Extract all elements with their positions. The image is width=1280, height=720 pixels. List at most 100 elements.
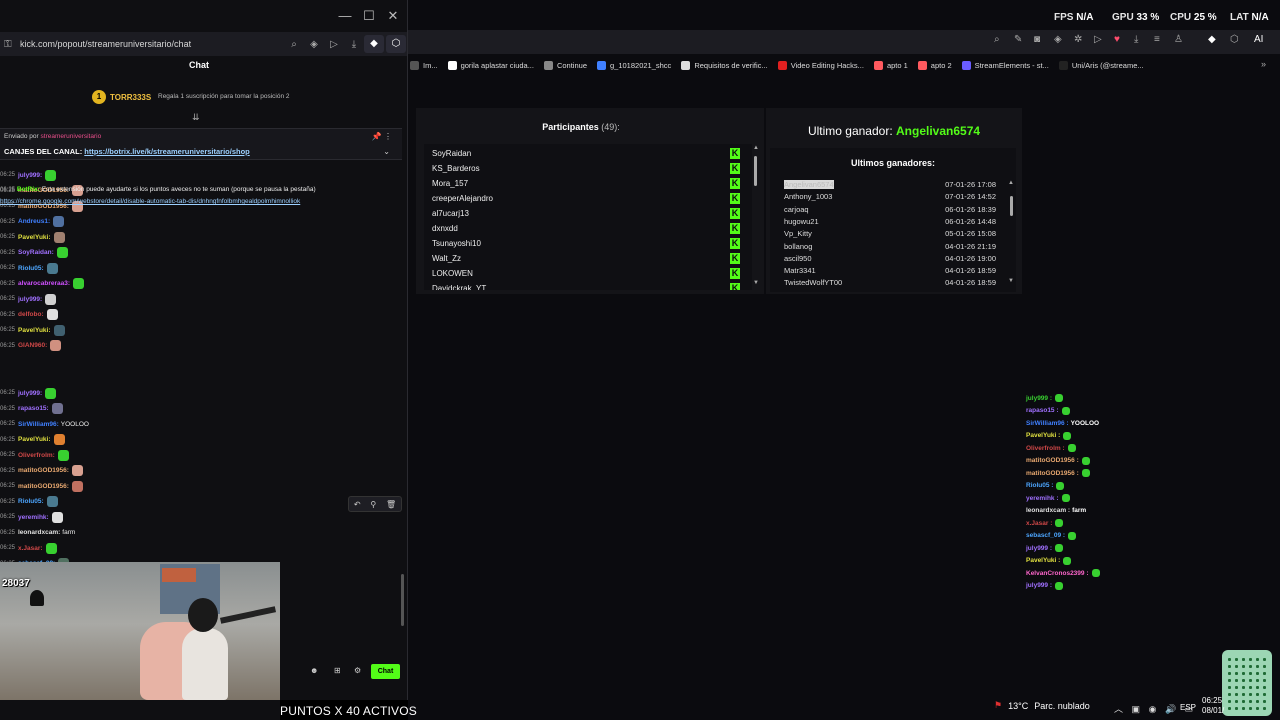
weather-widget[interactable]: ⚑ 13°C Parc. nublado: [994, 700, 1090, 711]
language-indicator[interactable]: ESP: [1180, 703, 1196, 712]
winner-row[interactable]: hugowu21 06-01-26 14:48: [784, 217, 996, 229]
gift-icon[interactable]: ⊞: [334, 666, 341, 675]
chat-scrollbar[interactable]: [401, 574, 404, 626]
search-icon[interactable]: ⌕: [994, 34, 1000, 45]
participants-list[interactable]: SoyRaidan K KS_Barderos K Mora_157 KcreeperAl…: [424, 144, 752, 290]
download-icon[interactable]: ⤓: [344, 39, 364, 50]
winner-row[interactable]: carjoaq 06-01-26 18:39: [784, 205, 996, 217]
winners-scrollbar[interactable]: [1010, 196, 1013, 216]
participant-row[interactable]: Davidckrak_YT K: [432, 281, 740, 290]
shield-icon[interactable]: ◈: [304, 39, 324, 50]
message-username[interactable]: Oliverfrolm:: [18, 452, 55, 459]
bookmark-item[interactable]: g_10182021_shcc: [597, 60, 671, 70]
maximize-icon[interactable]: ☐: [360, 8, 378, 24]
volume-icon[interactable]: 🔊: [1165, 704, 1176, 714]
url-text[interactable]: kick.com/popout/streameruniversitario/ch…: [20, 39, 284, 49]
message-username[interactable]: Riolu05:: [18, 498, 44, 505]
bookmark-item[interactable]: Uni/Aris (@streame...: [1058, 60, 1144, 70]
winner-row[interactable]: Angelivan6574 07-01-26 17:08: [784, 180, 996, 192]
participant-row[interactable]: SoyRaidan K: [432, 146, 740, 161]
message-username[interactable]: july999:: [18, 390, 42, 397]
bookmark-item[interactable]: Continue: [543, 60, 587, 70]
profile-icon[interactable]: ♙: [1174, 34, 1183, 45]
message-username[interactable]: matitoGOD1956:: [18, 483, 69, 490]
participants-scrollbar[interactable]: [754, 156, 757, 186]
message-username[interactable]: july999:: [18, 172, 42, 179]
extension-cube-icon[interactable]: ⬡: [1230, 34, 1239, 45]
emoji-icon[interactable]: ☻: [310, 666, 318, 675]
participant-row[interactable]: LOKOWEN K: [432, 266, 740, 281]
bookmark-item[interactable]: Im...: [410, 60, 438, 70]
shield-icon[interactable]: ◈: [1054, 34, 1062, 45]
tray-app-icon[interactable]: ▣: [1132, 704, 1141, 714]
pinned-sender-name[interactable]: streameruniversitario: [41, 133, 102, 140]
main-address-bar[interactable]: [408, 30, 1280, 54]
winner-row[interactable]: Matr3341 04-01-26 18:59: [784, 266, 996, 278]
play-icon[interactable]: ▷: [1094, 34, 1102, 45]
close-icon[interactable]: ✕: [384, 8, 402, 24]
reply-icon[interactable]: ↶: [354, 500, 361, 509]
send-chat-button[interactable]: Chat: [371, 664, 400, 679]
participant-row[interactable]: Walt_Zz K: [432, 251, 740, 266]
extension-cube-icon[interactable]: ⬡: [386, 35, 406, 53]
message-username[interactable]: Riolu05:: [18, 265, 44, 272]
participant-row[interactable]: Tsunayoshi10 K: [432, 236, 740, 251]
settings-gear-icon[interactable]: ⚙: [354, 666, 361, 675]
message-username[interactable]: alvarocabreraa3:: [18, 280, 70, 287]
address-bar[interactable]: ⚿ kick.com/popout/streameruniversitario/…: [0, 32, 407, 56]
menu-icon[interactable]: ≡: [1154, 34, 1160, 45]
gift-username[interactable]: TORR333S: [110, 93, 151, 102]
delete-icon[interactable]: 🗑: [386, 500, 396, 509]
botrix-link[interactable]: https://chrome.google.com/webstore/detai…: [0, 198, 300, 205]
download-icon[interactable]: ⤓: [1134, 34, 1138, 45]
message-username[interactable]: leonardxcam:: [18, 529, 60, 536]
search-icon[interactable]: ⌕: [284, 39, 304, 50]
scroll-down-icon[interactable]: ▼: [1008, 278, 1014, 284]
chat-message-list[interactable]: 06:25 july999: 06:25 matitoGOD1956: 06:25 mat…: [0, 168, 402, 564]
clock[interactable]: 06:25 08/01/: [1202, 696, 1224, 716]
ai-icon[interactable]: AI: [1254, 34, 1263, 45]
site-info-icon[interactable]: ⚿: [4, 39, 20, 50]
participant-row[interactable]: Mora_157 K: [432, 176, 740, 191]
play-icon[interactable]: ▷: [324, 39, 344, 50]
participant-row[interactable]: KS_Barderos K: [432, 161, 740, 176]
message-username[interactable]: yeremihk:: [18, 514, 49, 521]
bookmark-item[interactable]: apto 2: [917, 60, 952, 70]
wifi-icon[interactable]: ◉: [1149, 704, 1157, 714]
tray-chevron-icon[interactable]: ︿: [1114, 704, 1123, 714]
winner-row[interactable]: Vp_Kitty 05-01-26 15:08: [784, 229, 996, 241]
message-username[interactable]: rapaso15:: [18, 405, 49, 412]
message-username[interactable]: delfobo:: [18, 311, 44, 318]
message-username[interactable]: matitoGOD1956:: [18, 467, 69, 474]
pinned-link[interactable]: https://botrix.live/k/streameruniversita…: [84, 147, 249, 156]
winner-row[interactable]: Anthony_1003 07-01-26 14:52: [784, 192, 996, 204]
message-username[interactable]: PavelYuki:: [18, 327, 51, 334]
message-username[interactable]: PavelYuki:: [18, 234, 51, 241]
minimize-icon[interactable]: —: [336, 8, 354, 24]
scroll-up-icon[interactable]: ▲: [753, 145, 759, 151]
bookmark-item[interactable]: gorila aplastar ciuda...: [447, 60, 534, 70]
expand-arrow-icon[interactable]: ⇊: [192, 112, 200, 123]
winner-row[interactable]: TwistedWolfYT00 04-01-26 18:59: [784, 278, 996, 290]
bookmark-item[interactable]: StreamElements - st...: [961, 60, 1049, 70]
message-username[interactable]: x.Jasar:: [18, 545, 43, 552]
message-username[interactable]: july999:: [18, 296, 42, 303]
bookmark-item[interactable]: apto 1: [873, 60, 908, 70]
winner-row[interactable]: bollanog 04-01-26 21:19: [784, 242, 996, 254]
pin-icon[interactable]: 📌 ⋮: [372, 132, 392, 141]
message-username[interactable]: SirWilliam96:: [18, 421, 59, 428]
participant-row[interactable]: creeperAlejandro K: [432, 191, 740, 206]
bookmark-item[interactable]: Requisitos de verific...: [681, 60, 768, 70]
puzzle-icon[interactable]: ✲: [1074, 34, 1082, 45]
participant-row[interactable]: dxnxdd K: [432, 221, 740, 236]
message-username[interactable]: Andreus1:: [18, 218, 50, 225]
botrix-username[interactable]: BotRix:: [17, 186, 40, 193]
participant-row[interactable]: al7ucarj13 K: [432, 206, 740, 221]
scroll-up-icon[interactable]: ▲: [1008, 180, 1014, 186]
camera-icon[interactable]: ◙: [1034, 34, 1040, 45]
extension-icon[interactable]: ◆: [364, 35, 384, 53]
chevron-right-icon[interactable]: »: [1261, 59, 1266, 69]
chevron-down-icon[interactable]: ⌄: [383, 147, 390, 156]
message-username[interactable]: SoyRaidan:: [18, 249, 54, 256]
message-username[interactable]: PavelYuki:: [18, 436, 51, 443]
